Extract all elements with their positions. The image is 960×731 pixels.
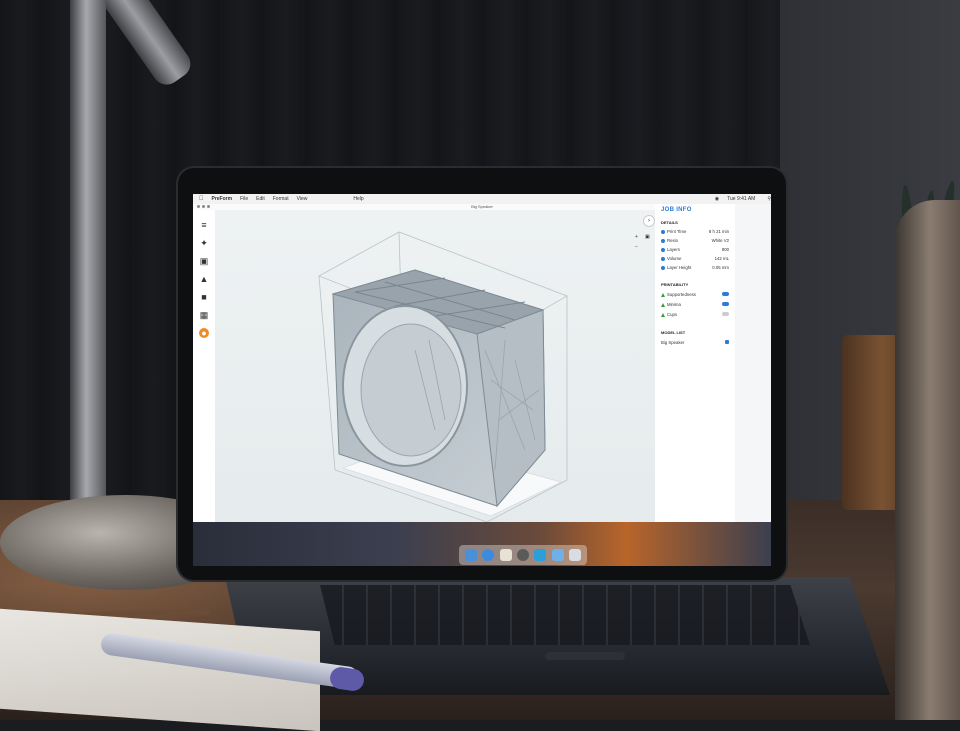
cups-toggle[interactable] [722, 312, 729, 316]
detail-row: Layers 800 [661, 247, 729, 252]
apple-icon[interactable]:  [199, 196, 204, 202]
trash-icon[interactable] [569, 549, 582, 561]
menubar-clock[interactable]: Tue 9:41 AM [727, 196, 755, 202]
detail-row: Volume 142 mL [661, 256, 729, 261]
window-controls[interactable] [197, 205, 210, 208]
volume-icon [661, 256, 665, 261]
menu-view[interactable]: View [297, 196, 308, 202]
job-info-panel: JOB INFO DETAILS Print Time 8 h 21 min Re… [655, 204, 735, 522]
check-icon [661, 312, 665, 317]
model-checkbox[interactable] [725, 340, 729, 344]
preview-icon[interactable] [499, 549, 512, 561]
keyboard [320, 585, 810, 645]
wifi-icon[interactable]: ◉ [715, 196, 719, 202]
model-viewport[interactable]: › + − ▣ [215, 210, 675, 566]
model-list-heading[interactable]: MODEL LIST [661, 330, 685, 335]
layers-icon [661, 247, 665, 252]
view-toggle-button[interactable]: › [643, 215, 655, 227]
minima-toggle[interactable] [722, 302, 729, 306]
printability-row: Supportedness [661, 292, 729, 297]
menu-help[interactable]: Help [353, 196, 363, 202]
supportedness-toggle[interactable] [722, 292, 729, 296]
layer-height-icon [661, 265, 665, 270]
zoom-in-icon[interactable]: + [635, 234, 638, 240]
safari-icon[interactable] [482, 549, 495, 561]
folder-icon[interactable] [551, 549, 564, 561]
lamp-pole [70, 0, 106, 540]
panel-margin [735, 204, 771, 522]
laptop-screen:  PreForm File Edit Format View Help ◉ T… [193, 194, 771, 566]
person-shoulder [895, 200, 960, 720]
speaker-cone [360, 323, 462, 457]
printability-row: Minima [661, 302, 729, 307]
menu-bar:  PreForm File Edit Format View Help ◉ T… [193, 194, 771, 204]
preform-icon[interactable] [534, 549, 547, 561]
menu-format[interactable]: Format [273, 196, 289, 202]
printability-heading[interactable]: PRINTABILITY [661, 282, 688, 287]
zoom-out-icon[interactable]: − [635, 244, 638, 250]
camera-icon[interactable]: ▣ [645, 234, 650, 240]
menu-edit[interactable]: Edit [256, 196, 265, 202]
clock-icon [661, 229, 665, 234]
details-heading[interactable]: DETAILS [661, 220, 678, 225]
printability-row: Cups [661, 312, 729, 317]
grid-icon[interactable]: ▦ [199, 310, 209, 320]
panel-title: JOB INFO [661, 207, 692, 213]
detail-row: Layer Height 0.05 mm [661, 265, 729, 270]
layout-icon[interactable]: ▣ [199, 256, 209, 266]
model-list-item[interactable]: Big Speaker [661, 340, 729, 345]
finder-icon[interactable] [464, 549, 477, 561]
minimize-icon[interactable] [202, 205, 205, 208]
support-icon[interactable]: ▲ [199, 274, 209, 284]
laptop-label [545, 652, 625, 660]
detail-row: Resin White V2 [661, 238, 729, 243]
print-icon[interactable]: ■ [199, 292, 209, 302]
resin-icon [661, 238, 665, 243]
sliders-icon[interactable]: ≡ [199, 220, 209, 230]
app-menu[interactable]: PreForm [212, 196, 233, 202]
menu-file[interactable]: File [240, 196, 248, 202]
check-icon [661, 292, 665, 297]
search-icon[interactable]: ⚲ [767, 196, 771, 202]
tool-sidebar: ≡ ✦ ▣ ▲ ■ ▦ ● ☻ [193, 210, 216, 566]
close-icon[interactable] [197, 205, 200, 208]
job-icon[interactable]: ● [199, 328, 209, 338]
dock [459, 545, 587, 565]
check-icon [661, 302, 665, 307]
zoom-icon[interactable] [207, 205, 210, 208]
wand-icon[interactable]: ✦ [199, 238, 209, 248]
settings-icon[interactable] [516, 549, 529, 561]
detail-row: Print Time 8 h 21 min [661, 229, 729, 234]
speaker-model[interactable] [215, 210, 655, 566]
